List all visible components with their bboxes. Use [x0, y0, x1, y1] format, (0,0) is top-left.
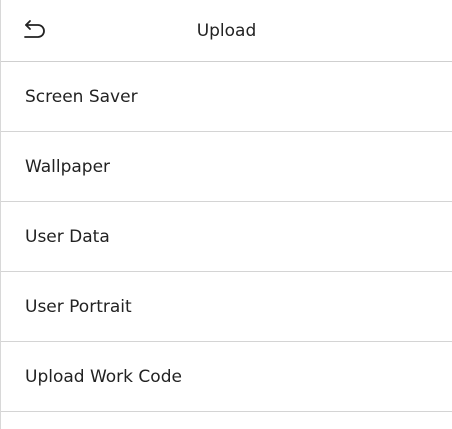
menu-item-user-data[interactable]: User Data	[1, 202, 452, 272]
upload-menu: Screen Saver Wallpaper User Data User Po…	[1, 62, 452, 412]
menu-item-screen-saver[interactable]: Screen Saver	[1, 62, 452, 132]
menu-item-wallpaper[interactable]: Wallpaper	[1, 132, 452, 202]
page-title: Upload	[196, 21, 257, 41]
menu-item-user-portrait[interactable]: User Portrait	[1, 272, 452, 342]
upload-screen: Upload Screen Saver Wallpaper User Data …	[0, 0, 452, 429]
menu-item-upload-work-code[interactable]: Upload Work Code	[1, 342, 452, 412]
header-bar: Upload	[1, 0, 452, 62]
